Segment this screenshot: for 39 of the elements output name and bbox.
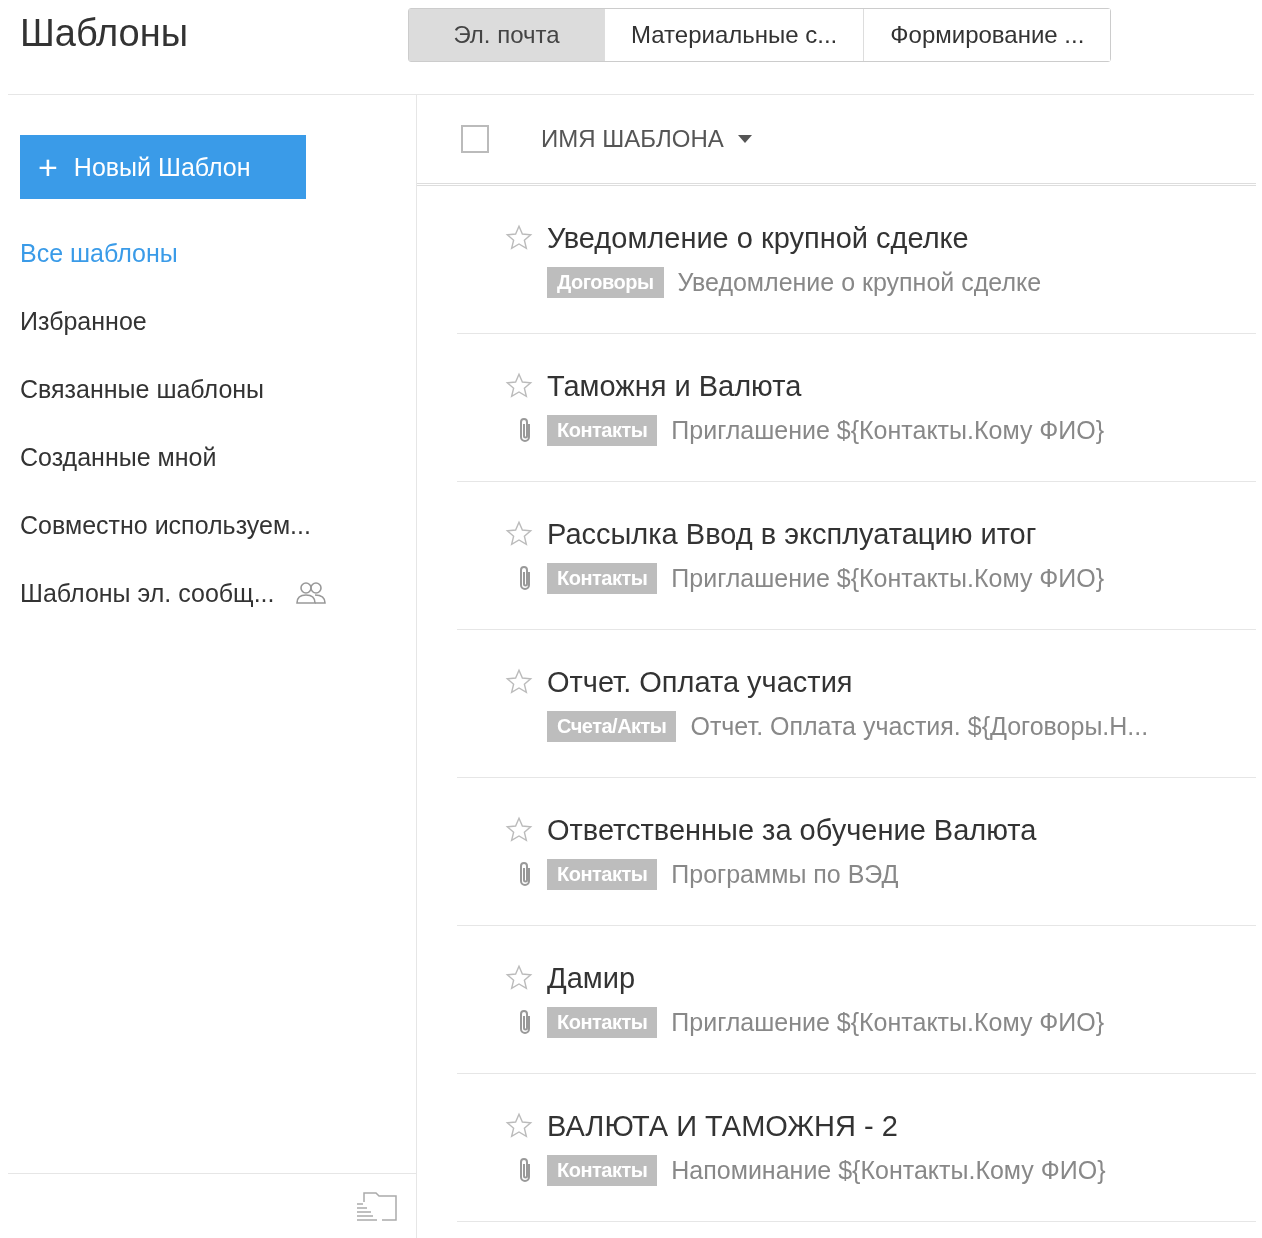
star-icon[interactable] [505,816,533,844]
select-all-checkbox[interactable] [461,125,489,153]
category-tag: Счета/Акты [547,710,677,742]
star-icon[interactable] [505,1112,533,1140]
category-tag: Контакты [547,414,658,446]
template-subject: Программы по ВЭД [671,859,899,889]
template-name[interactable]: Таможня и Валюта [547,369,802,403]
folder-list-icon[interactable] [356,1190,398,1222]
column-header[interactable]: ИМЯ ШАБЛОНА [541,125,752,153]
sidebar-item[interactable]: Избранное [20,306,147,336]
template-name[interactable]: Отчет. Оплата участия [547,665,853,699]
sidebar-item[interactable]: Шаблоны эл. сообщ... [20,578,275,608]
page-title: Шаблоны [19,11,190,55]
template-name[interactable]: Дамир [547,961,636,995]
sidebar-item[interactable]: Связанные шаблоны [20,374,265,404]
star-icon[interactable] [505,372,533,400]
star-icon[interactable] [505,668,533,696]
star-icon[interactable] [505,520,533,548]
category-tag: Контакты [547,1006,658,1038]
template-subject: Отчет. Оплата участия. ${Договоры.Н... [690,711,1149,741]
template-subject: Уведомление о крупной сделке [677,267,1042,297]
template-name[interactable]: Уведомление о крупной сделке [547,221,969,255]
star-icon[interactable] [505,964,533,992]
category-tag: Контакты [547,562,658,594]
tab[interactable]: Эл. почта [409,9,605,61]
star-icon[interactable] [505,224,533,252]
sidebar-item[interactable]: Созданные мной [20,442,217,472]
caret-icon [737,135,752,143]
template-subject: Напоминание ${Контакты.Кому ФИО} [671,1155,1106,1185]
template-subject: Приглашение ${Контакты.Кому ФИО} [671,415,1105,445]
template-name[interactable]: ВАЛЮТА И ТАМОЖНЯ - 2 [547,1109,898,1143]
template-name[interactable]: Ответственные за обучение Валюта [547,813,1037,847]
category-tag: Договоры [547,266,664,298]
template-subject: Приглашение ${Контакты.Кому ФИО} [671,1007,1105,1037]
template-name[interactable]: Рассылка Ввод в эксплуатацию итог [547,517,1037,551]
category-tag: Контакты [547,858,658,890]
category-tag: Контакты [547,1154,658,1186]
template-subject: Приглашение ${Контакты.Кому ФИО} [671,563,1105,593]
sidebar-item[interactable]: Совместно используем... [20,510,311,540]
